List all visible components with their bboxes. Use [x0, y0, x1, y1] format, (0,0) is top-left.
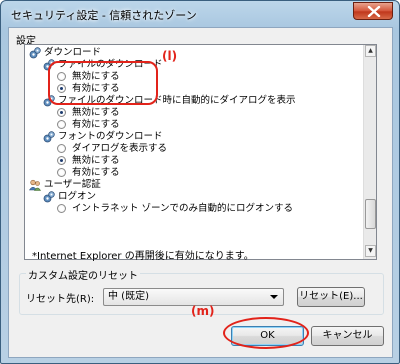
option-label: ダイアログを表示する: [72, 143, 168, 154]
cancel-button[interactable]: キャンセル: [311, 326, 384, 346]
users-icon: [29, 179, 41, 191]
window-title: セキュリティ設定 - 信頼されたゾーン: [11, 9, 197, 22]
radio-button[interactable]: [57, 120, 66, 129]
settings-gear-icon: [43, 131, 55, 143]
close-button[interactable]: [353, 2, 393, 20]
annotation-highlight-l: [48, 61, 158, 105]
security-settings-dialog: セキュリティ設定 - 信頼されたゾーン 設定 ダウンロード ファイルのダウンロー…: [0, 0, 400, 364]
annotation-highlight-m: [223, 317, 309, 349]
reset-to-label: リセット先(R):: [26, 294, 95, 305]
option-label: 有効にする: [72, 119, 120, 130]
radio-button[interactable]: [57, 144, 66, 153]
title-bar[interactable]: セキュリティ設定 - 信頼されたゾーン: [1, 1, 399, 27]
option-label: 無効にする: [72, 155, 120, 166]
radio-button[interactable]: [57, 204, 66, 213]
radio-button-selected[interactable]: [57, 108, 66, 117]
reset-button[interactable]: リセット(E)...: [297, 287, 365, 307]
scroll-thumb[interactable]: [365, 199, 376, 229]
annotation-label-m: (m): [191, 304, 215, 318]
annotation-label-l: (l): [162, 49, 178, 63]
option-label: 有効にする: [72, 167, 120, 178]
restart-note: *Internet Explorer の再開後に有効になります。: [32, 251, 254, 262]
option-label: 無効にする: [72, 107, 120, 118]
tree-scrollbar[interactable]: ▲ ▼: [363, 45, 376, 259]
scroll-up-button[interactable]: ▲: [365, 45, 376, 57]
close-icon: [367, 6, 381, 17]
tree-item-label: ログオン: [58, 191, 97, 202]
tree-item-label: ダウンロード: [44, 47, 102, 58]
scroll-down-button[interactable]: ▼: [365, 245, 376, 257]
option-label: イントラネット ゾーンでのみ自動的にログオンする: [72, 203, 294, 214]
chevron-down-icon: [270, 295, 278, 299]
radio-button-selected[interactable]: [57, 156, 66, 165]
settings-gear-icon: [29, 47, 41, 59]
tree-item-label: ユーザー認証: [44, 179, 101, 190]
selected-level: 中 (既定): [108, 291, 149, 302]
group-title: カスタム設定のリセット: [26, 267, 140, 282]
settings-gear-icon: [43, 191, 55, 203]
tree-item-label: フォントのダウンロード: [58, 131, 163, 142]
radio-button[interactable]: [57, 168, 66, 177]
